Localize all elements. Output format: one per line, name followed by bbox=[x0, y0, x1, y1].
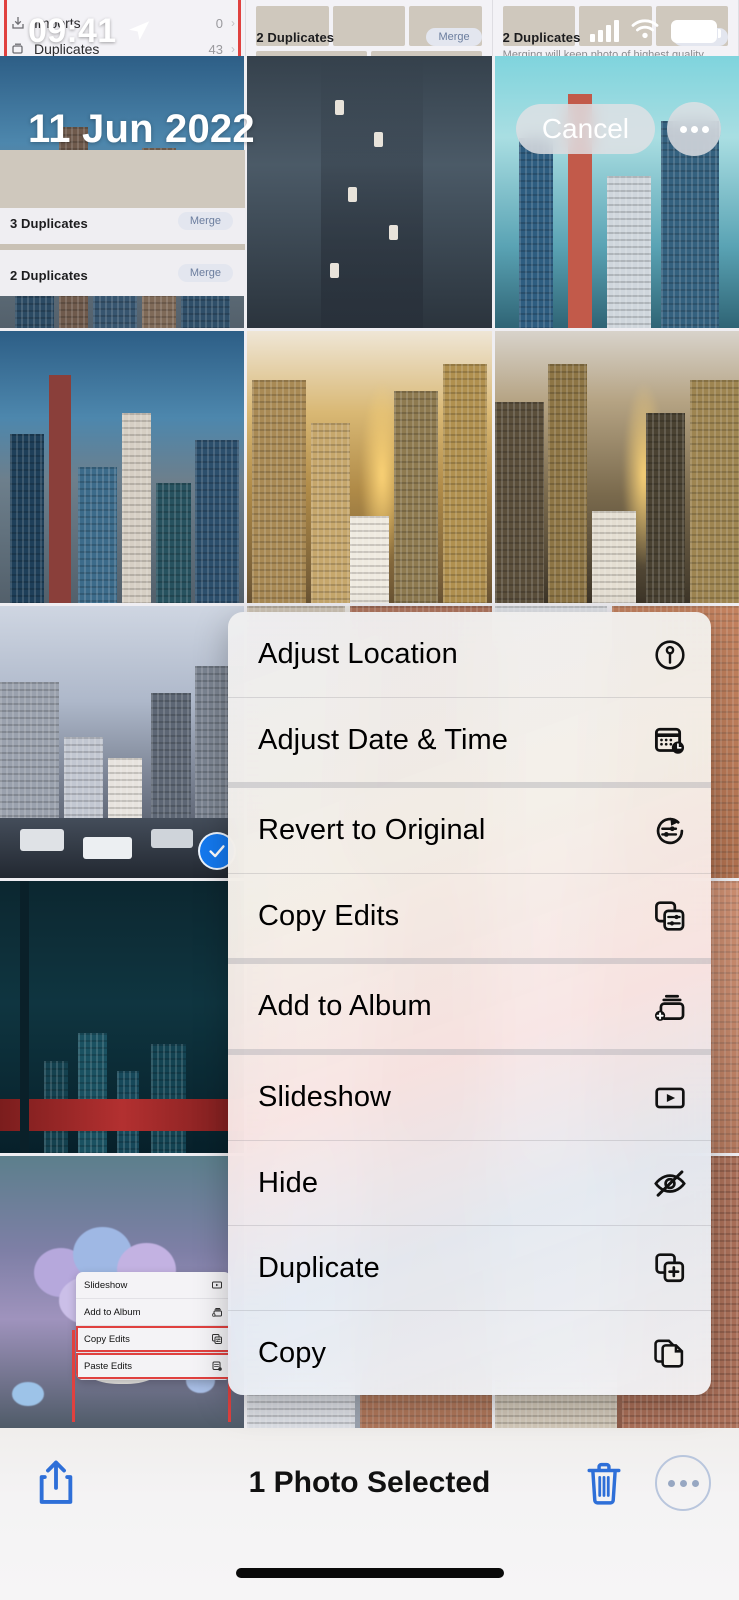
menu-item-label: Adjust Date & Time bbox=[258, 723, 509, 756]
ellipsis-icon bbox=[691, 1479, 699, 1487]
context-menu-group: Add to Album bbox=[228, 958, 711, 1049]
imports-count: 0 bbox=[215, 15, 223, 31]
context-menu: Adjust Location Adjust Date & Time Rever… bbox=[228, 612, 711, 1395]
share-icon bbox=[39, 1460, 73, 1504]
ellipsis-icon bbox=[690, 125, 698, 133]
revert-sliders-icon bbox=[651, 812, 689, 850]
inset-context-menu: Slideshow Add to Album Copy Edits Paste … bbox=[76, 1272, 231, 1380]
copy-pages-icon bbox=[651, 1334, 689, 1372]
duplicates-panel: 2 Duplicates Merge bbox=[246, 0, 493, 56]
ellipsis-icon bbox=[667, 1479, 675, 1487]
imports-panel: Imports 0 › Duplicates 43 › bbox=[0, 0, 247, 56]
duplicates-strip: Imports 0 › Duplicates 43 › 2 Duplicates… bbox=[0, 0, 739, 56]
context-menu-group: Adjust Location Adjust Date & Time bbox=[228, 612, 711, 782]
menu-item-adjust-location[interactable]: Adjust Location bbox=[228, 612, 711, 697]
photo-cell[interactable] bbox=[0, 881, 245, 1153]
merge-button[interactable]: Merge bbox=[177, 264, 233, 282]
ellipsis-icon bbox=[701, 125, 709, 133]
merge-button[interactable]: Merge bbox=[672, 28, 728, 46]
play-rectangle-icon bbox=[651, 1079, 689, 1117]
menu-item-duplicate[interactable]: Duplicate bbox=[228, 1225, 711, 1310]
page-title: 11 Jun 2022 bbox=[28, 106, 255, 151]
ellipsis-icon bbox=[679, 125, 687, 133]
chevron-right-icon: › bbox=[231, 42, 235, 56]
menu-item-label: Revert to Original bbox=[258, 814, 486, 846]
checkmark-circle-icon bbox=[209, 845, 225, 858]
more-options-button[interactable] bbox=[667, 102, 721, 156]
merge-button[interactable]: Merge bbox=[426, 28, 482, 46]
chevron-right-icon: › bbox=[231, 16, 235, 30]
imports-row[interactable]: Imports 0 › Duplicates 43 › bbox=[0, 6, 245, 56]
menu-item-label: Adjust Location bbox=[258, 638, 458, 670]
date-header: 11 Jun 2022 Cancel bbox=[0, 92, 739, 166]
context-menu-group: Slideshow Hide Duplicate Copy bbox=[228, 1049, 711, 1395]
duplicates-panel-title: 3 Duplicates bbox=[10, 216, 88, 231]
copy-edits-icon bbox=[651, 897, 689, 935]
photo-cell[interactable] bbox=[0, 331, 245, 603]
mini-menu-item-slideshow[interactable]: Slideshow bbox=[76, 1272, 231, 1299]
menu-item-revert-to-original[interactable]: Revert to Original bbox=[228, 788, 711, 873]
duplicate-plus-icon bbox=[651, 1249, 689, 1287]
duplicates-count: 43 bbox=[208, 41, 223, 57]
mini-menu-item-copy-edits[interactable]: Copy Edits bbox=[76, 1326, 231, 1353]
delete-button[interactable] bbox=[579, 1455, 629, 1511]
menu-item-add-to-album[interactable]: Add to Album bbox=[228, 964, 711, 1049]
menu-item-hide[interactable]: Hide bbox=[228, 1140, 711, 1225]
more-actions-button[interactable] bbox=[655, 1455, 711, 1511]
mini-menu-item-add-to-album[interactable]: Add to Album bbox=[76, 1299, 231, 1326]
duplicates-panel-title: 2 Duplicates bbox=[10, 268, 88, 283]
menu-item-label: Slideshow bbox=[258, 1081, 392, 1113]
ellipsis-icon bbox=[679, 1479, 687, 1487]
mini-menu-item-label: Slideshow bbox=[84, 1279, 128, 1291]
photo-cell[interactable] bbox=[247, 331, 492, 603]
add-to-album-icon bbox=[651, 988, 689, 1026]
calendar-clock-icon bbox=[651, 721, 689, 759]
photo-cell[interactable] bbox=[494, 331, 739, 603]
mini-menu-highlight-rail-left bbox=[72, 1330, 75, 1422]
duplicates-left-footer: 2 Duplicates Merge bbox=[0, 250, 245, 296]
bottom-toolbar: 1 Photo Selected bbox=[0, 1428, 739, 1600]
cancel-button[interactable]: Cancel bbox=[515, 104, 655, 154]
menu-item-label: Hide bbox=[258, 1166, 319, 1199]
menu-item-slideshow[interactable]: Slideshow bbox=[228, 1055, 711, 1140]
context-menu-group: Revert to Original Copy Edits bbox=[228, 782, 711, 958]
eye-slash-icon bbox=[651, 1164, 689, 1202]
photo-cell-selected[interactable] bbox=[0, 606, 245, 878]
duplicate-stack-icon bbox=[12, 43, 23, 54]
merge-button[interactable]: Merge bbox=[177, 212, 233, 230]
menu-item-label: Copy bbox=[258, 1336, 327, 1369]
imports-label: Imports bbox=[34, 15, 81, 31]
mini-menu-item-label: Paste Edits bbox=[84, 1360, 133, 1372]
location-pin-circle-icon bbox=[651, 636, 689, 674]
menu-item-label: Duplicate bbox=[258, 1251, 380, 1284]
play-rectangle-icon bbox=[212, 1281, 222, 1289]
duplicates-label: Duplicates bbox=[34, 41, 100, 56]
import-tray-icon bbox=[12, 17, 24, 29]
mini-menu-item-label: Add to Album bbox=[84, 1306, 141, 1318]
duplicates-panel-merging: 2 Duplicates Merge Merging will keep pho… bbox=[492, 0, 739, 56]
merging-note: Merging will keep photo of highest quali… bbox=[502, 49, 704, 56]
menu-item-label: Add to Album bbox=[258, 990, 432, 1022]
mini-menu-item-paste-edits[interactable]: Paste Edits bbox=[76, 1353, 231, 1380]
menu-item-adjust-date-time[interactable]: Adjust Date & Time bbox=[228, 697, 711, 782]
mini-menu-item-label: Copy Edits bbox=[84, 1333, 130, 1345]
copy-edits-icon bbox=[212, 1334, 222, 1344]
menu-item-copy[interactable]: Copy bbox=[228, 1310, 711, 1395]
menu-item-copy-edits[interactable]: Copy Edits bbox=[228, 873, 711, 958]
trash-icon bbox=[587, 1462, 621, 1505]
paste-edits-icon bbox=[212, 1361, 222, 1371]
menu-item-label: Copy Edits bbox=[258, 899, 400, 932]
share-button[interactable] bbox=[28, 1453, 84, 1513]
home-indicator[interactable] bbox=[235, 1568, 504, 1578]
add-to-album-icon bbox=[212, 1308, 222, 1317]
